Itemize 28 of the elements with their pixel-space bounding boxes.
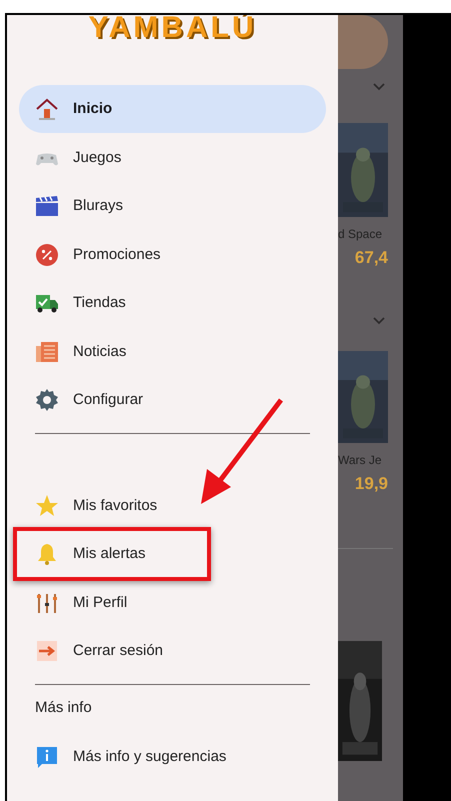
settings-icon: [35, 388, 59, 412]
menu-item[interactable]: Inicio: [19, 85, 326, 134]
product-title: Wars Je: [338, 452, 383, 469]
bell-icon: [35, 542, 59, 566]
star-icon: [35, 494, 59, 518]
menu-item[interactable]: Tiendas: [19, 279, 326, 328]
menu-item[interactable]: Cerrar sesión: [19, 627, 326, 676]
logo: YAMBALÚ: [88, 15, 257, 43]
menu-item[interactable]: Más info y sugerencias: [19, 732, 326, 781]
menu-item[interactable]: Blurays: [19, 182, 326, 230]
menu-item[interactable]: Configurar: [19, 376, 326, 424]
house-icon: [35, 97, 59, 122]
menu-item[interactable]: Noticias: [19, 328, 326, 376]
menu-item[interactable]: Mi Perfil: [19, 578, 326, 627]
info-icon: [35, 744, 59, 769]
product-title: d Space: [338, 226, 384, 243]
product-price: 19,9: [354, 473, 389, 495]
menu-item[interactable]: Promociones: [19, 230, 326, 279]
chevron-down-icon: [373, 317, 385, 325]
section-title: Más info: [35, 698, 92, 718]
menu-item[interactable]: Mis favoritos: [19, 482, 326, 530]
menu-item[interactable]: Juegos: [19, 134, 326, 182]
menu-item[interactable]: Mis alertas: [19, 530, 326, 578]
product-price: 67,4: [354, 247, 389, 267]
clapperboard-icon: [35, 194, 59, 218]
chevron-down-icon: [373, 83, 385, 91]
discount-badge-icon: [35, 242, 59, 267]
newspaper-icon: [35, 340, 59, 364]
